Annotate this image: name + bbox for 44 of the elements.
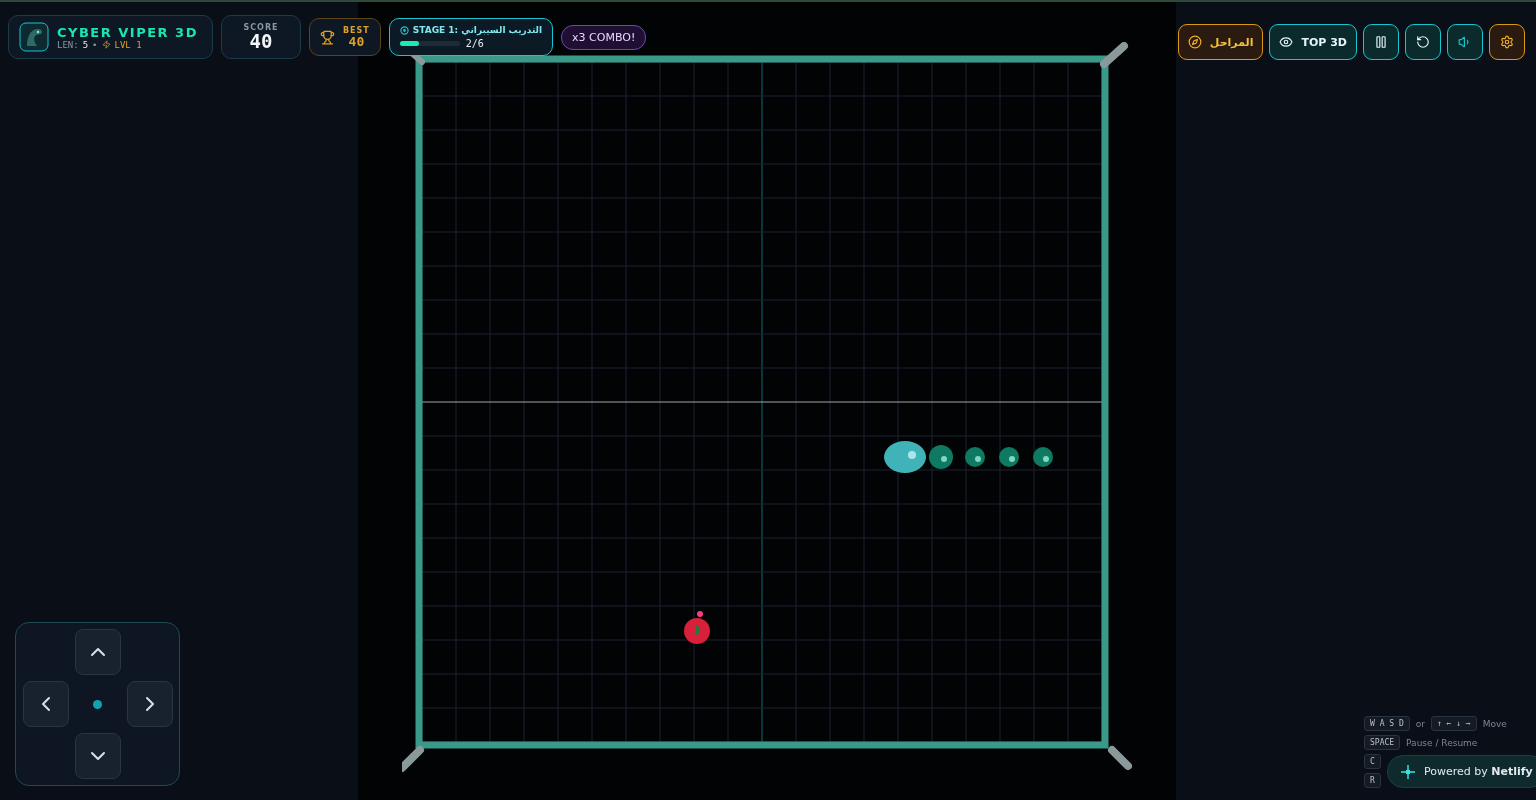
stage-title: STAGE 1: التدريب السيبراني: [412, 25, 543, 35]
chevron-icon: [41, 697, 50, 711]
game-title: CYBER VIPER 3D: [57, 24, 198, 40]
pause-icon: [1374, 35, 1388, 49]
sound-button[interactable]: [1447, 24, 1483, 60]
netlify-logo-icon: [1400, 763, 1416, 780]
serpent-avatar-icon: [19, 22, 49, 52]
compass-icon: [1187, 35, 1202, 49]
settings-button[interactable]: [1489, 24, 1525, 60]
best-value: 40: [348, 35, 365, 48]
action-text: Pause / Resume: [1406, 737, 1478, 748]
center-dot: [93, 699, 102, 709]
stages-button[interactable]: المراحل: [1177, 24, 1264, 60]
settings-icon: [1500, 35, 1514, 49]
chevron-icon: [90, 648, 105, 656]
badge-text: Powered by Netlify: [1424, 765, 1533, 778]
stage-counter: 2/6: [465, 38, 484, 49]
stage-progress-bar: [399, 41, 460, 46]
key-cap: R: [1364, 773, 1381, 788]
key-cap: ↑ ← ↓ →: [1430, 716, 1477, 731]
netlify-badge[interactable]: Powered by Netlify: [1387, 755, 1536, 788]
key-cap: C: [1364, 754, 1381, 769]
key-cap: W A S D: [1364, 716, 1410, 731]
length-label: LEN:: [57, 39, 79, 50]
eye-icon: [1279, 35, 1294, 49]
food-drawing: [684, 611, 710, 644]
score-value: 40: [249, 32, 273, 51]
length-value: 5: [82, 39, 89, 50]
pause-button[interactable]: [1363, 24, 1399, 60]
or-text: or: [1415, 718, 1425, 729]
target-icon: [399, 25, 409, 35]
action-text: Move: [1482, 718, 1507, 729]
restart-icon: [1416, 35, 1430, 49]
bolt-icon: [101, 40, 111, 49]
trophy-icon: [320, 29, 335, 45]
separator-dot: •: [92, 39, 98, 50]
restart-button[interactable]: [1405, 24, 1441, 60]
key-cap: SPACE: [1364, 735, 1401, 750]
score-label: SCORE: [243, 23, 279, 32]
best-label: BEST: [343, 26, 370, 35]
chevron-icon: [90, 752, 105, 760]
level-label: LVL 1: [114, 39, 142, 50]
leaderboard-button[interactable]: TOP 3D: [1269, 24, 1357, 60]
chevron-icon: [145, 697, 154, 711]
